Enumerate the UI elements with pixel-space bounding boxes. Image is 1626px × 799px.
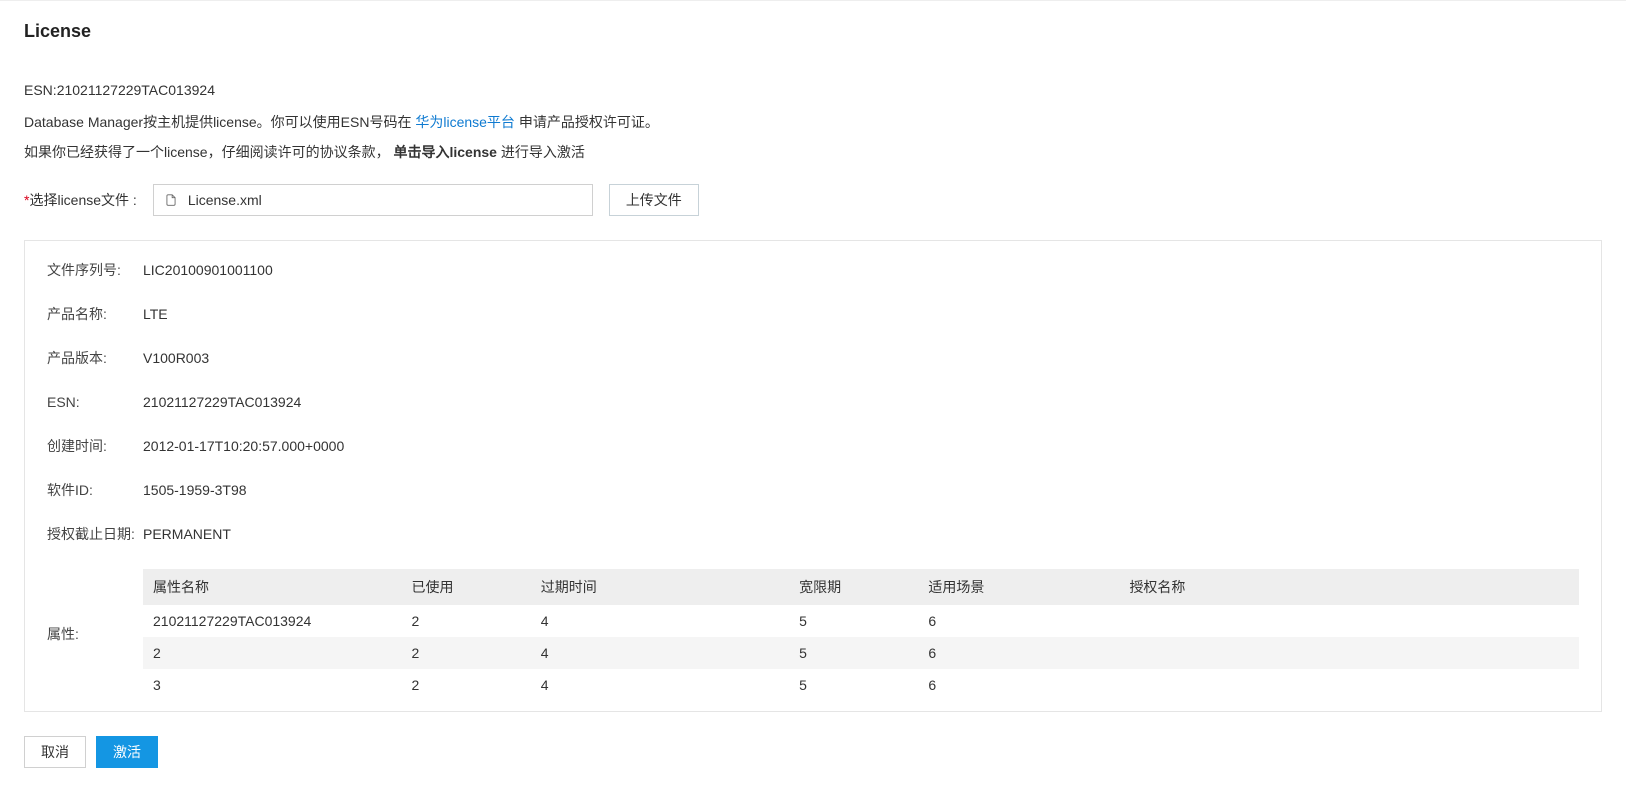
detail-row-file-serial: 文件序列号: LIC20100901001100 xyxy=(47,261,1579,305)
table-cell: 4 xyxy=(531,669,789,701)
detail-attr-label: 属性: xyxy=(47,625,143,645)
table-cell: 5 xyxy=(789,669,918,701)
table-cell: 21021127229TAC013924 xyxy=(143,605,401,637)
table-row: 21021127229TAC013924 2 4 5 6 xyxy=(143,605,1579,637)
intro-line-2: 如果你已经获得了一个license，仔细阅读许可的协议条款， 单击导入licen… xyxy=(24,142,1602,162)
detail-row-attrs: 属性: 属性名称 已使用 过期时间 宽限期 适用场景 授权名称 xyxy=(47,569,1579,701)
activate-button[interactable]: 激活 xyxy=(96,736,158,768)
intro-line-1: Database Manager按主机提供license。你可以使用ESN号码在… xyxy=(24,112,1602,132)
detail-row-product-version: 产品版本: V100R003 xyxy=(47,349,1579,393)
table-header-expire: 过期时间 xyxy=(531,569,789,605)
table-header-used: 已使用 xyxy=(401,569,530,605)
detail-label: 授权截止日期: xyxy=(47,525,143,545)
select-file-label: *选择license文件 : xyxy=(24,190,137,210)
esn-value: 21021127229TAC013924 xyxy=(57,82,215,98)
esn-line: ESN:21021127229TAC013924 xyxy=(24,82,1602,98)
cancel-button[interactable]: 取消 xyxy=(24,736,86,768)
table-cell xyxy=(1119,605,1579,637)
detail-value: 1505-1959-3T98 xyxy=(143,481,1579,501)
table-cell: 2 xyxy=(401,669,530,701)
table-header-scene: 适用场景 xyxy=(918,569,1119,605)
detail-value: 21021127229TAC013924 xyxy=(143,393,1579,413)
license-details-box: 文件序列号: LIC20100901001100 产品名称: LTE 产品版本:… xyxy=(24,240,1602,712)
intro-text-1b: 申请产品授权许可证。 xyxy=(519,114,659,130)
table-cell: 5 xyxy=(789,637,918,669)
table-cell: 6 xyxy=(918,637,1119,669)
intro-text-2b: 进行导入激活 xyxy=(501,144,585,160)
table-row: 2 2 4 5 6 xyxy=(143,637,1579,669)
table-cell: 5 xyxy=(789,605,918,637)
table-cell: 6 xyxy=(918,605,1119,637)
detail-label: ESN: xyxy=(47,393,143,413)
attribute-table: 属性名称 已使用 过期时间 宽限期 适用场景 授权名称 21021127229T… xyxy=(143,569,1579,701)
footer-actions: 取消 激活 xyxy=(24,736,1602,768)
detail-row-product-name: 产品名称: LTE xyxy=(47,305,1579,349)
table-header-grace: 宽限期 xyxy=(789,569,918,605)
table-header-auth-name: 授权名称 xyxy=(1119,569,1579,605)
esn-label: ESN: xyxy=(24,82,57,98)
table-header-row: 属性名称 已使用 过期时间 宽限期 适用场景 授权名称 xyxy=(143,569,1579,605)
detail-label: 软件ID: xyxy=(47,481,143,501)
table-cell: 3 xyxy=(143,669,401,701)
table-header-attr-name: 属性名称 xyxy=(143,569,401,605)
detail-value: LTE xyxy=(143,305,1579,325)
table-cell: 4 xyxy=(531,637,789,669)
license-page: License ESN:21021127229TAC013924 Databas… xyxy=(0,0,1626,792)
detail-row-esn: ESN: 21021127229TAC013924 xyxy=(47,393,1579,437)
detail-row-create-time: 创建时间: 2012-01-17T10:20:57.000+0000 xyxy=(47,437,1579,481)
intro-text-2a: 如果你已经获得了一个license，仔细阅读许可的协议条款， xyxy=(24,144,390,160)
intro-text-1a: Database Manager按主机提供license。你可以使用ESN号码在 xyxy=(24,114,415,130)
table-cell: 4 xyxy=(531,605,789,637)
detail-value: PERMANENT xyxy=(143,525,1579,545)
detail-value: V100R003 xyxy=(143,349,1579,369)
table-cell: 2 xyxy=(401,637,530,669)
huawei-license-link[interactable]: 华为license平台 xyxy=(415,114,515,130)
detail-label: 创建时间: xyxy=(47,437,143,457)
table-cell: 2 xyxy=(401,605,530,637)
detail-row-software-id: 软件ID: 1505-1959-3T98 xyxy=(47,481,1579,525)
table-cell xyxy=(1119,669,1579,701)
upload-button[interactable]: 上传文件 xyxy=(609,184,699,216)
file-name: License.xml xyxy=(188,192,262,208)
table-cell xyxy=(1119,637,1579,669)
detail-label: 文件序列号: xyxy=(47,261,143,281)
select-file-label-text: 选择license文件 : xyxy=(29,192,136,208)
page-title: License xyxy=(24,21,1602,42)
detail-label: 产品版本: xyxy=(47,349,143,369)
table-row: 3 2 4 5 6 xyxy=(143,669,1579,701)
detail-value: LIC20100901001100 xyxy=(143,261,1579,281)
table-cell: 6 xyxy=(918,669,1119,701)
select-file-row: *选择license文件 : License.xml 上传文件 xyxy=(24,184,1602,216)
table-cell: 2 xyxy=(143,637,401,669)
file-input[interactable]: License.xml xyxy=(153,184,593,216)
intro-text-2-bold: 单击导入license xyxy=(393,144,496,160)
detail-row-authorize-end: 授权截止日期: PERMANENT xyxy=(47,525,1579,569)
file-icon xyxy=(164,193,178,207)
detail-value: 2012-01-17T10:20:57.000+0000 xyxy=(143,437,1579,457)
detail-label: 产品名称: xyxy=(47,305,143,325)
